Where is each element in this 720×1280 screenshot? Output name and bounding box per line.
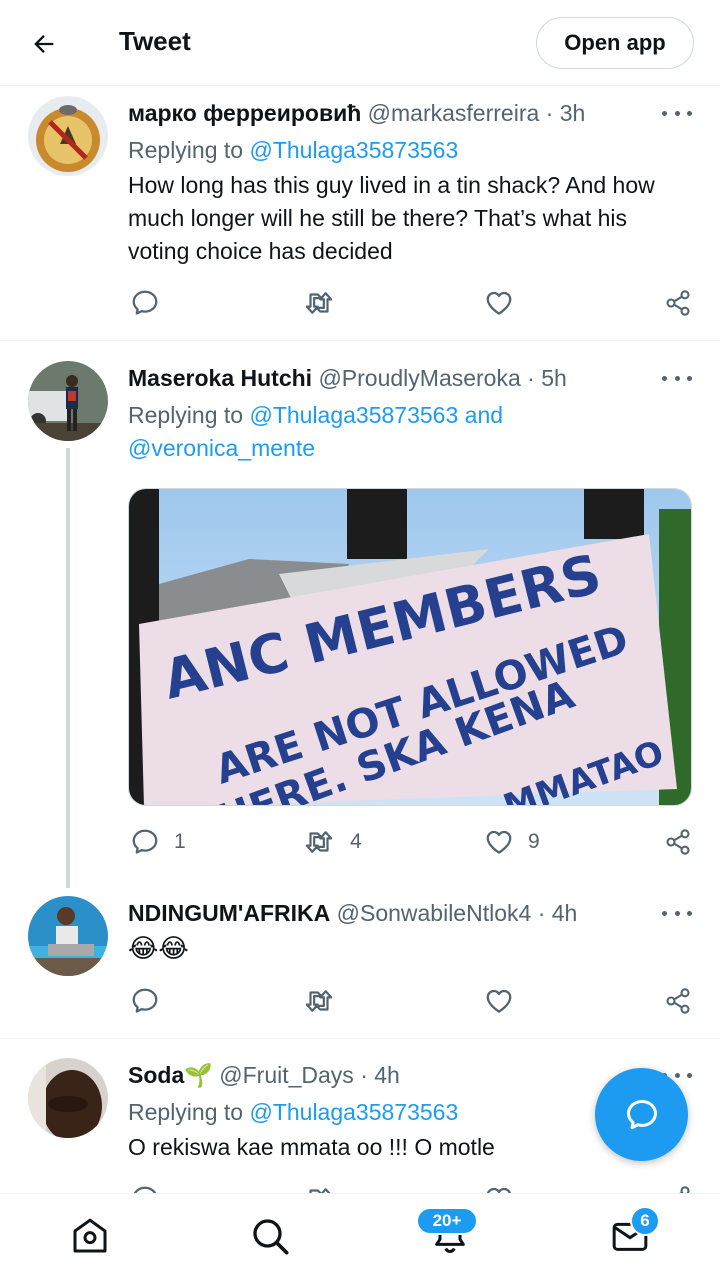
share-button[interactable]	[664, 824, 692, 860]
retweet-icon	[309, 1188, 331, 1193]
avatar[interactable]	[28, 896, 108, 976]
compose-reply-button[interactable]	[595, 1068, 688, 1161]
avatar-image	[28, 96, 108, 176]
avatar-image	[28, 361, 108, 441]
open-app-button[interactable]: Open app	[536, 17, 694, 69]
home-icon	[73, 1218, 107, 1253]
replying-to: Replying to @Thulaga35873563 and @veroni…	[128, 402, 504, 461]
share-button[interactable]	[664, 983, 692, 1019]
tweet-actions: 1 4 9	[128, 824, 692, 860]
heart-icon	[486, 291, 512, 315]
separator: ·	[527, 365, 535, 391]
tweet[interactable]: марко ферреировић @markasferreira · 3h R…	[0, 86, 720, 341]
share-icon	[666, 290, 690, 316]
tweet[interactable]: NDINGUM'AFRIKA @SonwabileNtlok4 · 4h 😂😂	[0, 886, 720, 1039]
reply-mention-link[interactable]: @Thulaga35873563	[249, 1099, 458, 1125]
reply-mention-link[interactable]: @Thulaga35873563	[249, 137, 458, 163]
tweet-actions	[128, 1181, 692, 1193]
reply-icon	[132, 988, 158, 1013]
share-icon	[679, 1186, 690, 1193]
speech-bubble-icon	[626, 1099, 657, 1129]
share-button[interactable]	[664, 285, 692, 321]
author-name[interactable]: Maseroka Hutchi	[128, 365, 312, 391]
heart-icon	[486, 830, 512, 854]
reply-button[interactable]: 1	[130, 824, 186, 860]
author-handle[interactable]: @Fruit_Days	[219, 1062, 354, 1088]
share-button[interactable]	[664, 1181, 692, 1193]
avatar-image	[28, 896, 108, 976]
retweet-button[interactable]	[302, 983, 336, 1019]
retweet-button[interactable]	[302, 1181, 336, 1193]
reply-button[interactable]	[130, 983, 160, 1019]
timestamp[interactable]: 4h	[552, 900, 578, 926]
reply-mention-link[interactable]: @veronica_mente	[128, 435, 315, 461]
retweet-icon	[305, 831, 333, 853]
separator: ·	[360, 1062, 368, 1088]
like-button[interactable]	[484, 285, 514, 321]
top-bar: Tweet Open app	[0, 0, 720, 86]
more-options-icon[interactable]	[662, 103, 692, 123]
reply-button[interactable]	[130, 285, 160, 321]
nav-search[interactable]	[246, 1212, 294, 1260]
separator: ·	[537, 900, 546, 926]
timestamp[interactable]: 4h	[374, 1062, 400, 1088]
avatar[interactable]	[28, 1058, 108, 1138]
more-options-icon[interactable]	[662, 903, 692, 923]
nav-home[interactable]	[66, 1212, 114, 1260]
sign-photo: ANC MEMBERS ARE NOT ALLOWED HERE. SKA KE…	[129, 489, 691, 805]
tweet-text: 😂😂	[128, 933, 189, 963]
retweet-icon	[305, 292, 333, 314]
heart-icon	[486, 989, 512, 1013]
tweet-actions	[128, 285, 692, 321]
reply-icon	[132, 290, 158, 315]
retweet-icon	[305, 990, 333, 1012]
reply-icon	[133, 1186, 157, 1193]
avatar[interactable]	[28, 96, 108, 176]
timestamp[interactable]: 5h	[541, 365, 567, 391]
replying-to: Replying to @Thulaga35873563	[128, 137, 459, 163]
retweet-count: 4	[350, 830, 362, 853]
tweet-actions	[128, 983, 692, 1019]
heart-icon	[486, 1187, 512, 1193]
back-button[interactable]	[24, 24, 64, 64]
tweet-text: How long has this guy lived in a tin sha…	[128, 172, 655, 264]
search-icon	[253, 1219, 289, 1255]
reply-icon	[132, 829, 158, 854]
avatar[interactable]	[28, 361, 108, 441]
author-name[interactable]: Soda	[128, 1062, 184, 1088]
author-handle[interactable]: @SonwabileNtlok4	[337, 900, 532, 926]
like-button[interactable]: 9	[484, 824, 540, 860]
notifications-badge: 20+	[416, 1207, 478, 1235]
tweet-media-image[interactable]: ANC MEMBERS ARE NOT ALLOWED HERE. SKA KE…	[128, 488, 692, 806]
timestamp[interactable]: 3h	[560, 100, 586, 126]
retweet-button[interactable]: 4	[302, 824, 362, 860]
share-icon	[666, 988, 690, 1014]
share-icon	[666, 829, 690, 855]
seedling-icon: 🌱	[184, 1062, 213, 1088]
like-button[interactable]	[484, 1181, 514, 1193]
like-count: 9	[528, 830, 540, 853]
retweet-button[interactable]	[302, 285, 336, 321]
like-button[interactable]	[484, 983, 514, 1019]
more-options-icon[interactable]	[662, 368, 692, 388]
author-name[interactable]: NDINGUM'AFRIKA	[128, 900, 330, 926]
arrow-left-icon	[34, 35, 54, 53]
reply-button[interactable]	[130, 1181, 160, 1193]
page-title: Tweet	[119, 26, 191, 56]
author-handle[interactable]: @markasferreira	[368, 100, 540, 126]
author-name[interactable]: марко ферреировић	[128, 100, 361, 126]
separator: ·	[545, 100, 554, 126]
reply-mention-link[interactable]: @Thulaga35873563 and	[249, 402, 503, 428]
avatar-image	[28, 1058, 108, 1138]
bottom-navigation: 20+ 6	[0, 1193, 720, 1280]
author-handle[interactable]: @ProudlyMaseroka	[318, 365, 520, 391]
messages-badge: 6	[630, 1206, 660, 1236]
reply-count: 1	[174, 830, 186, 853]
